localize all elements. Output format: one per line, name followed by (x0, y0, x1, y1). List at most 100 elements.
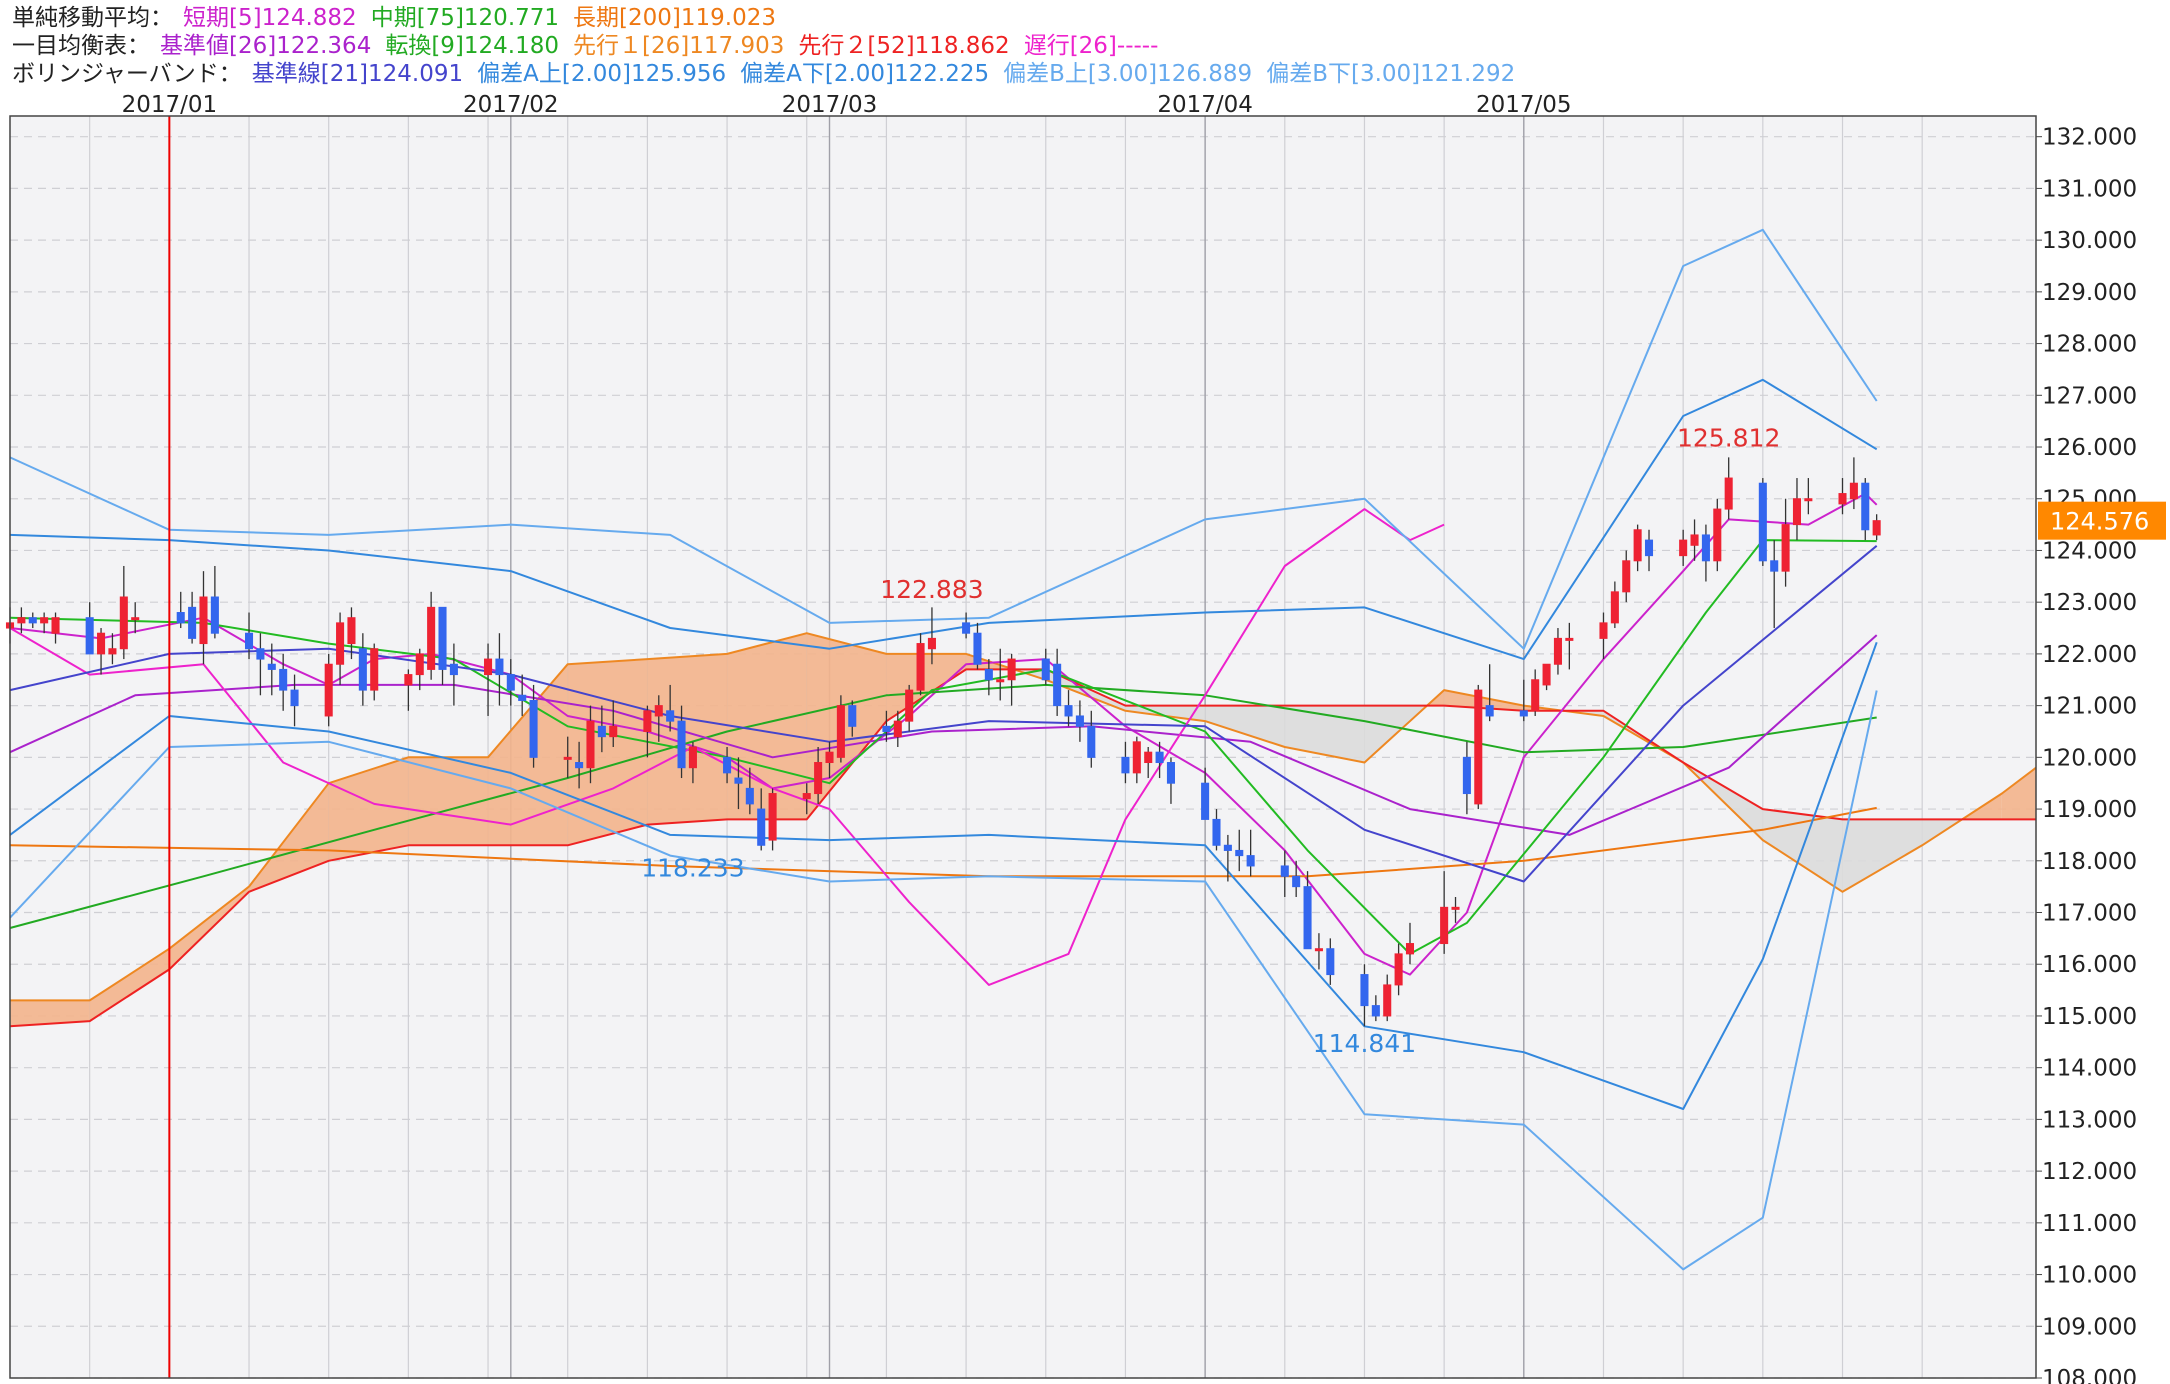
candle-body (1007, 658, 1016, 681)
candle-body (586, 720, 595, 769)
candle-body (1053, 663, 1062, 707)
candle-body (290, 689, 299, 707)
candle-body (1792, 498, 1802, 526)
candle-body (1201, 782, 1210, 820)
candle-body (666, 710, 675, 722)
y-tick-label: 114.000 (2042, 1056, 2137, 1082)
candle-body (1690, 534, 1699, 546)
candle-body (1326, 948, 1335, 976)
price-annotation: 118.233 (641, 854, 744, 883)
candle-body (836, 705, 845, 758)
y-tick-label: 128.000 (2042, 332, 2137, 358)
y-tick-label: 121.000 (2042, 694, 2137, 720)
candle-body (643, 710, 652, 732)
y-tick-label: 131.000 (2042, 176, 2137, 202)
candle-body (370, 648, 379, 691)
candle-body (1371, 1005, 1380, 1017)
candle-body (1440, 906, 1449, 945)
price-annotation: 122.883 (880, 575, 983, 604)
candle-body (506, 674, 515, 691)
y-tick-label: 108.000 (2042, 1366, 2137, 1384)
candle-body (1861, 482, 1870, 531)
y-tick-label: 113.000 (2042, 1107, 2137, 1133)
candle (1474, 684, 1483, 810)
candle-body (1246, 855, 1255, 867)
candle-body (119, 596, 128, 650)
candle-body (449, 663, 458, 676)
y-tick-label: 123.000 (2042, 590, 2137, 616)
candle-body (723, 756, 732, 774)
candle-body (905, 689, 914, 722)
candle-body (1679, 539, 1688, 557)
y-tick-label: 130.000 (2042, 228, 2137, 254)
candle-body (1565, 637, 1574, 641)
x-month-label: 2017/02 (463, 92, 559, 118)
candle-body (609, 725, 618, 738)
cloud-segment (408, 757, 489, 846)
candle-body (597, 725, 606, 738)
y-tick-label: 124.000 (2042, 538, 2137, 564)
candle-body (1280, 865, 1289, 877)
candle-body (1405, 943, 1415, 955)
candle-body (1542, 663, 1551, 686)
y-tick-label: 111.000 (2042, 1211, 2137, 1237)
y-tick-label: 109.000 (2042, 1314, 2137, 1340)
candle-body (358, 648, 367, 691)
candle-body (1872, 520, 1881, 536)
chart-svg: 132.000 131.000 130.000 129.000 128.000 127.0… (5, 92, 2166, 1384)
candle-body (1451, 906, 1460, 910)
y-tick-label: 119.000 (2042, 797, 2137, 823)
candle-body (131, 617, 140, 621)
candle-body (1485, 705, 1494, 717)
candle-body (1075, 715, 1084, 727)
y-tick-label: 110.000 (2042, 1263, 2137, 1289)
candle-body (108, 648, 117, 655)
candle-body (1121, 756, 1130, 774)
candle-body (1758, 482, 1767, 562)
candle-body (188, 606, 197, 639)
candle-body (1633, 529, 1642, 562)
x-month-label: 2017/01 (122, 92, 218, 118)
candle-body (1462, 756, 1471, 795)
candle-body (745, 787, 754, 805)
candle-body (962, 622, 971, 634)
candle-body (1360, 974, 1369, 1007)
current-price-label: 124.576 (2050, 508, 2149, 536)
candle-body (176, 612, 185, 624)
candle-body (1383, 984, 1392, 1017)
candle-body (996, 679, 1005, 683)
candle-body (1531, 679, 1540, 712)
candle-body (1781, 524, 1790, 572)
candle-body (882, 725, 891, 732)
candle-body (1519, 710, 1528, 717)
candle (1713, 498, 1722, 572)
x-month-label: 2017/04 (1157, 92, 1253, 118)
y-tick-label: 112.000 (2042, 1159, 2137, 1185)
candle-body (1314, 948, 1323, 952)
candle-body (279, 668, 288, 691)
candle-body (654, 705, 663, 717)
candle-body (1622, 560, 1631, 593)
candle-body (688, 746, 697, 769)
candle-body (1701, 534, 1710, 562)
y-tick-label: 122.000 (2042, 642, 2137, 668)
candle-body (1064, 705, 1073, 717)
candle-body (97, 632, 106, 655)
plot-area (9, 115, 2037, 1379)
candle-body (1303, 886, 1312, 950)
candle-body (1553, 637, 1562, 665)
candle-body (575, 762, 584, 769)
candle-body (893, 720, 902, 738)
candle-body (1155, 751, 1164, 764)
candle-body (1838, 493, 1847, 505)
candle-body (768, 793, 777, 841)
candle-body (267, 663, 276, 670)
candle-body (484, 658, 493, 676)
candle-body (1599, 622, 1608, 639)
candle-body (802, 793, 811, 800)
candle-body (814, 762, 823, 795)
candle-body (51, 617, 60, 634)
y-tick-label: 116.000 (2042, 952, 2137, 978)
candle (324, 653, 333, 727)
candle-body (984, 668, 993, 681)
